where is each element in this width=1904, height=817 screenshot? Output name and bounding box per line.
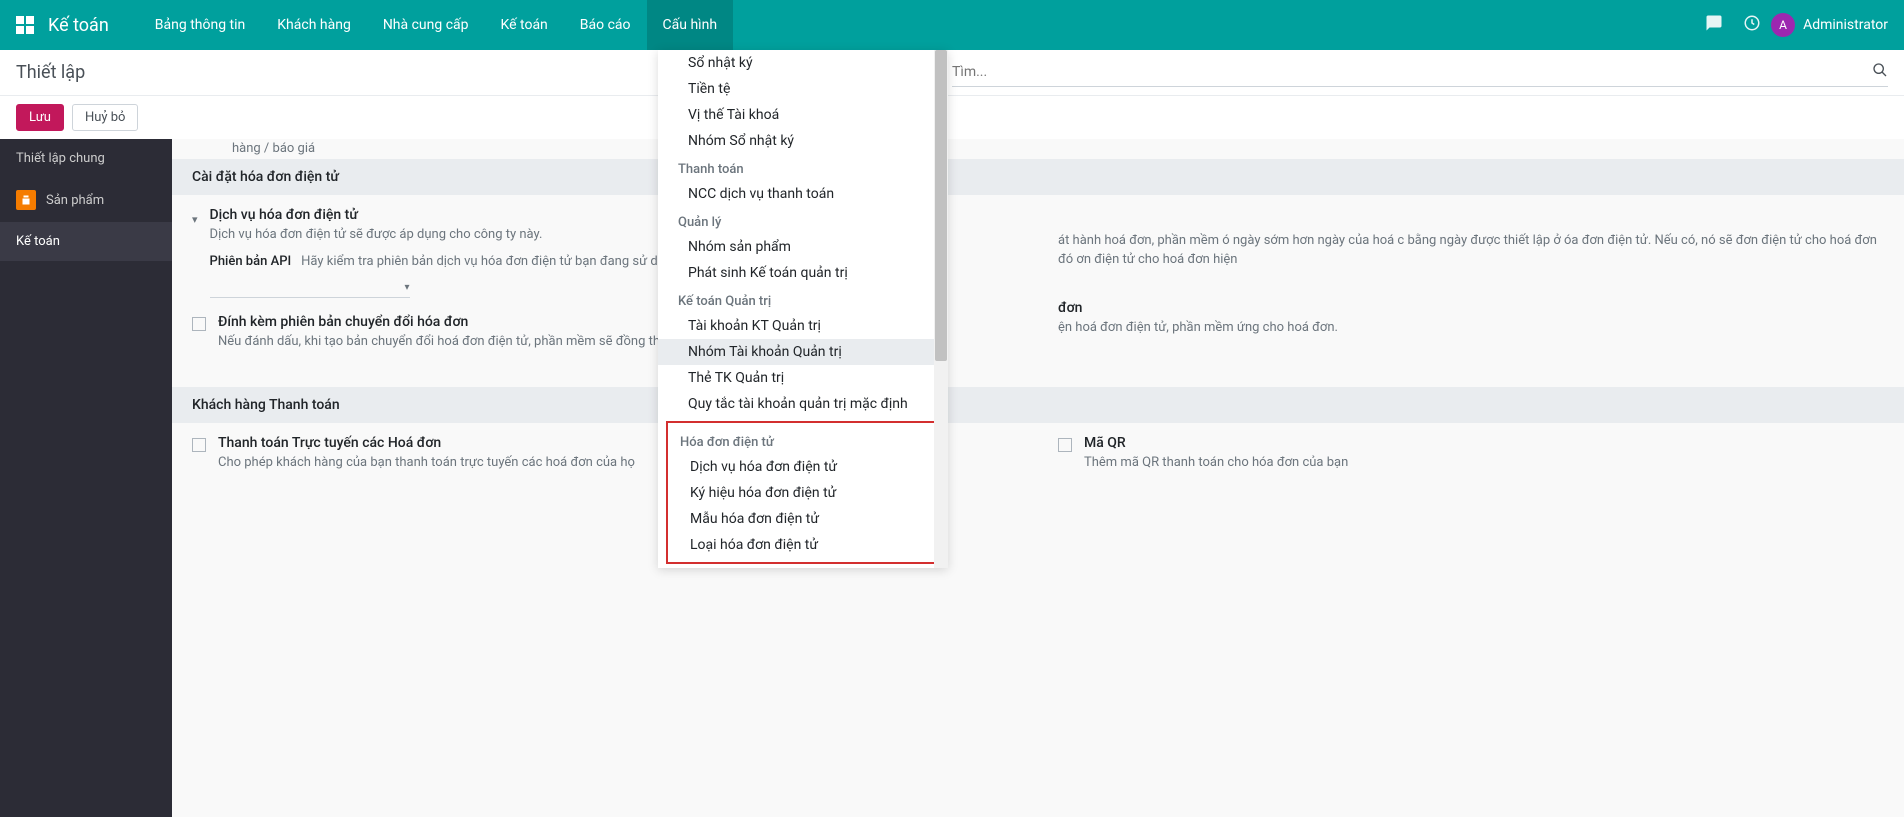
api-version-select[interactable]: ▾ — [210, 278, 410, 298]
menu-header: Thanh toán — [658, 154, 948, 181]
nav-vendors[interactable]: Nhà cung cấp — [367, 0, 485, 50]
action-bar: Lưu Huỷ bỏ — [0, 96, 1904, 139]
menu-header: Hóa đơn điện tử — [668, 427, 938, 454]
highlighted-group: Hóa đơn điện tử Dịch vụ hóa đơn điện tử … — [666, 421, 940, 564]
chevron-down-icon[interactable]: ▾ — [192, 213, 198, 226]
field-qr-code: Mã QR Thêm mã QR thanh toán cho hóa đơn … — [1058, 435, 1884, 473]
menu-item[interactable]: Sổ nhật ký — [658, 50, 948, 76]
section-einvoice-header: Cài đặt hóa đơn điện tử — [172, 159, 1904, 195]
menu-item[interactable]: Nhóm sản phẩm — [658, 234, 948, 260]
sidebar-item-general[interactable]: Thiết lập chung — [0, 139, 172, 178]
nav-reports[interactable]: Báo cáo — [564, 0, 647, 50]
settings-content: hàng / báo giá Cài đặt hóa đơn điện tử ▾… — [172, 139, 1904, 817]
menu-item[interactable]: Tiền tệ — [658, 76, 948, 102]
menu-item[interactable]: Quy tắc tài khoản quản trị mặc định — [658, 391, 948, 417]
menu-item[interactable]: Tài khoản KT Quản trị — [658, 313, 948, 339]
apps-icon[interactable] — [16, 16, 34, 34]
menu-item[interactable]: Dịch vụ hóa đơn điện tử — [668, 454, 938, 480]
field-desc: ện hoá đơn điện tử, phần mềm ứng cho hoá… — [1058, 318, 1884, 338]
menu-item[interactable]: Nhóm Tài khoản Quản trị — [658, 339, 948, 365]
field-label: Mã QR — [1084, 435, 1884, 451]
field-desc: Thêm mã QR thanh toán cho hóa đơn của bạ… — [1084, 453, 1884, 473]
user-menu[interactable]: A Administrator — [1771, 13, 1888, 37]
truncated-text: hàng / báo giá — [172, 139, 1904, 159]
chat-icon[interactable] — [1705, 14, 1723, 36]
activity-icon[interactable] — [1743, 14, 1761, 36]
search-icon[interactable] — [1872, 62, 1888, 82]
field-sublabel: Phiên bản API — [210, 254, 292, 269]
product-icon — [16, 190, 36, 210]
partial-text: át hành hoá đơn, phần mềm ó ngày sớm hơn… — [1058, 231, 1884, 270]
nav-configuration[interactable]: Cấu hình — [647, 0, 734, 50]
menu-item[interactable]: Vị thế Tài khoá — [658, 102, 948, 128]
menu-header: Kế toán Quản trị — [658, 286, 948, 313]
scrollbar-thumb[interactable] — [935, 50, 947, 361]
user-name: Administrator — [1803, 17, 1888, 33]
save-button[interactable]: Lưu — [16, 104, 64, 131]
menu-item[interactable]: Loại hóa đơn điện tử — [668, 532, 938, 558]
field-label: đơn — [1058, 300, 1884, 316]
breadcrumb-bar: Thiết lập — [0, 50, 1904, 96]
menu-item[interactable]: NCC dịch vụ thanh toán — [658, 181, 948, 207]
sidebar-item-accounting[interactable]: Kế toán — [0, 222, 172, 261]
menu-item[interactable]: Mẫu hóa đơn điện tử — [668, 506, 938, 532]
menu-item[interactable]: Thẻ TK Quản trị — [658, 365, 948, 391]
app-name: Kế toán — [48, 15, 109, 36]
search-input[interactable] — [952, 64, 1872, 80]
section-customer-payment-header: Khách hàng Thanh toán — [172, 387, 1904, 423]
menu-item[interactable]: Ký hiệu hóa đơn điện tử — [668, 480, 938, 506]
top-navbar: Kế toán Bảng thông tin Khách hàng Nhà cu… — [0, 0, 1904, 50]
menu-header: Quản lý — [658, 207, 948, 234]
avatar: A — [1771, 13, 1795, 37]
discard-button[interactable]: Huỷ bỏ — [72, 104, 139, 131]
sidebar-item-label: Thiết lập chung — [16, 151, 105, 166]
scrollbar[interactable] — [934, 50, 948, 568]
config-dropdown: Sổ nhật ký Tiền tệ Vị thế Tài khoá Nhóm … — [658, 50, 948, 568]
search-box[interactable] — [952, 58, 1888, 87]
nav-dashboard[interactable]: Bảng thông tin — [139, 0, 261, 50]
sidebar-item-label: Sản phẩm — [46, 193, 104, 208]
main-nav: Bảng thông tin Khách hàng Nhà cung cấp K… — [139, 0, 733, 50]
nav-customers[interactable]: Khách hàng — [261, 0, 367, 50]
checkbox[interactable] — [192, 438, 206, 452]
nav-accounting[interactable]: Kế toán — [485, 0, 564, 50]
settings-sidebar: Thiết lập chung Sản phẩm Kế toán — [0, 139, 172, 817]
sidebar-item-label: Kế toán — [16, 234, 60, 249]
checkbox[interactable] — [192, 317, 206, 331]
menu-item[interactable]: Nhóm Sổ nhật ký — [658, 128, 948, 154]
caret-down-icon: ▾ — [405, 282, 410, 293]
menu-item[interactable]: Phát sinh Kế toán quản trị — [658, 260, 948, 286]
sidebar-item-products[interactable]: Sản phẩm — [0, 178, 172, 222]
checkbox[interactable] — [1058, 438, 1072, 452]
